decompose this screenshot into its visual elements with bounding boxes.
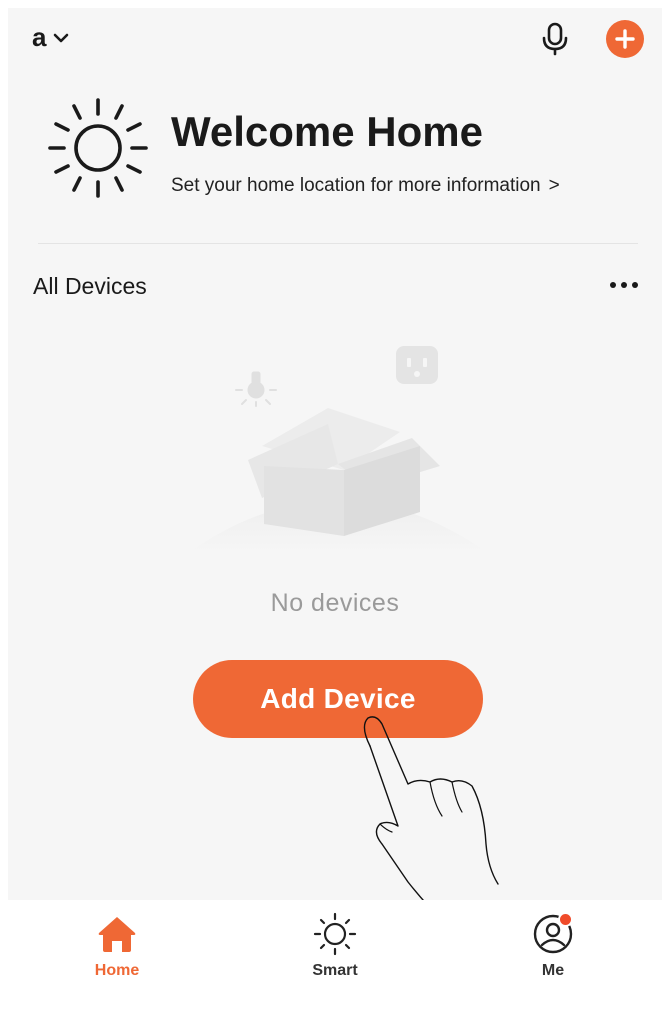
welcome-banner: Welcome Home Set your home location for … [46, 96, 636, 206]
bulb-icon [235, 371, 277, 407]
set-location-text: Set your home location for more informat… [171, 175, 541, 196]
more-button[interactable] [604, 270, 644, 300]
home-icon-wrap [95, 912, 139, 956]
home-screen: a Welcome Home Set your home location fo… [8, 8, 662, 1013]
microphone-icon [542, 22, 568, 56]
nav-label-me: Me [541, 962, 565, 979]
nav-item-home[interactable]: Home [8, 900, 226, 1013]
no-devices-text: No devices [270, 589, 400, 617]
bottom-nav: Home Smart Me [8, 900, 662, 1013]
smart-icon-wrap [313, 912, 357, 956]
me-icon-wrap [531, 912, 575, 956]
chevron-down-icon [54, 33, 69, 43]
smart-sun-icon [313, 912, 357, 956]
plus-icon [615, 29, 635, 49]
nav-label-home: Home [94, 962, 140, 979]
socket-icon [396, 346, 438, 384]
nav-item-me[interactable]: Me [444, 900, 662, 1013]
pointing-hand-icon [363, 716, 499, 915]
sun-icon [48, 98, 148, 198]
add-device-button[interactable]: Add Device [193, 660, 483, 738]
welcome-title: Welcome Home [171, 108, 483, 155]
add-button[interactable] [606, 20, 644, 58]
top-bar: a [8, 8, 662, 68]
home-name: a [32, 22, 47, 52]
home-switcher[interactable]: a [32, 22, 70, 52]
notification-badge [558, 912, 573, 927]
divider [38, 243, 638, 244]
more-horizontal-icon [610, 282, 638, 288]
nav-label-smart: Smart [312, 962, 358, 979]
set-location-link[interactable]: Set your home location for more informat… [171, 174, 560, 198]
chevron-right-icon: > [548, 175, 560, 196]
empty-box-illustration [188, 346, 488, 553]
nav-item-smart[interactable]: Smart [226, 900, 444, 1013]
all-devices-title: All Devices [33, 273, 147, 299]
voice-button[interactable] [536, 20, 574, 58]
home-icon [98, 917, 136, 952]
